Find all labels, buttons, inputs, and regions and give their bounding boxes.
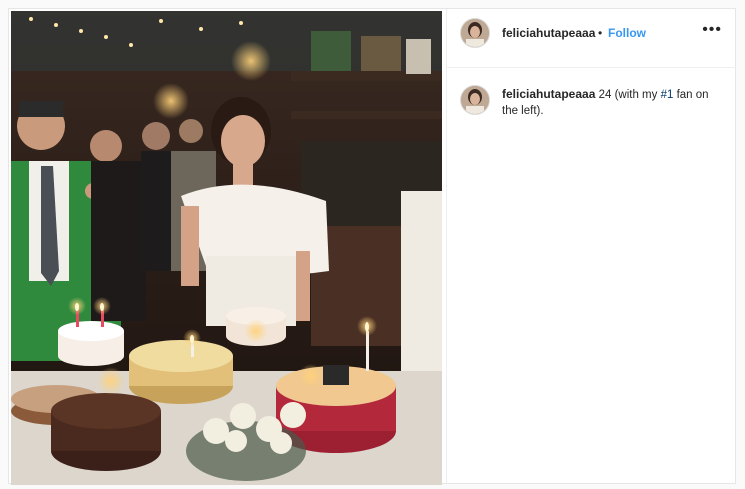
follow-button[interactable]: Follow [608,26,646,40]
avatar[interactable] [460,85,490,115]
post-header: feliciahutapeaaa • Follow ••• [447,9,736,68]
caption-username-link[interactable]: feliciahutapeaaa [502,87,595,101]
caption-text: feliciahutapeaaa 24 (with my #1 fan on t… [502,86,712,119]
avatar-image [461,86,489,114]
post-photo[interactable] [11,11,442,485]
avatar[interactable] [460,18,490,48]
more-options-icon[interactable]: ••• [702,21,722,39]
separator-dot: • [598,26,603,40]
avatar-image [461,19,489,47]
hashtag-link[interactable]: #1 [661,89,674,101]
instagram-post: feliciahutapeaaa • Follow ••• feliciahut… [8,8,736,485]
caption-text-before: 24 (with my [598,89,661,101]
post-sidebar: feliciahutapeaaa • Follow ••• feliciahut… [446,9,736,483]
post-photo-image [11,11,442,485]
username-link[interactable]: feliciahutapeaaa [502,26,595,40]
